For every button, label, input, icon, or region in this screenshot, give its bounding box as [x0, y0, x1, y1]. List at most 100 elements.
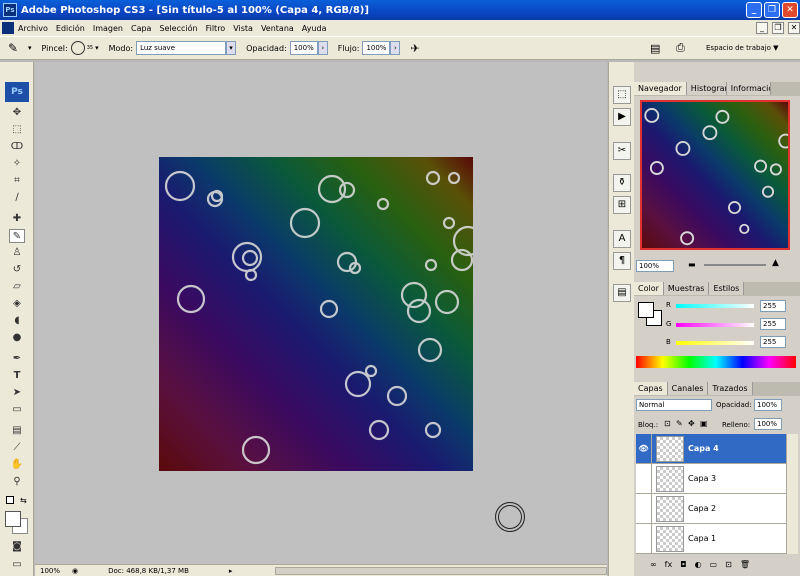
- shape-tool-icon[interactable]: ▭: [9, 403, 25, 417]
- menu-seleccion[interactable]: Selección: [159, 24, 197, 33]
- zoom-in-icon[interactable]: ▲: [772, 258, 779, 268]
- layer-row[interactable]: 👁 Capa 4: [636, 434, 786, 464]
- swap-colors-icon[interactable]: ⇆: [20, 496, 27, 505]
- delete-layer-icon[interactable]: 🗑: [740, 560, 750, 569]
- menu-edicion[interactable]: Edición: [56, 24, 85, 33]
- tool-presets-icon[interactable]: ▶: [613, 108, 631, 126]
- color-fg-swatch[interactable]: [638, 302, 654, 318]
- eyedropper-tool-icon[interactable]: ⟋: [9, 441, 25, 455]
- navigator-zoom-field[interactable]: 100%: [636, 260, 674, 272]
- status-arrow-icon[interactable]: ▸: [229, 567, 233, 575]
- pen-tool-icon[interactable]: ✒: [9, 352, 25, 366]
- doc-minimize-button[interactable]: _: [756, 22, 768, 34]
- menu-archivo[interactable]: Archivo: [18, 24, 48, 33]
- channel-g-slider[interactable]: [676, 323, 754, 327]
- bridge-icon[interactable]: ⎙: [676, 41, 685, 55]
- navigator-zoom-slider[interactable]: [704, 264, 766, 266]
- type-tool-icon[interactable]: T: [9, 369, 25, 383]
- blur-tool-icon[interactable]: ◖: [9, 314, 25, 328]
- workspace-menu[interactable]: Espacio de trabajo ▼: [706, 44, 779, 52]
- slice-tool-icon[interactable]: ∕: [9, 191, 25, 205]
- zoom-out-icon[interactable]: ▬: [688, 260, 696, 269]
- menu-vista[interactable]: Vista: [233, 24, 253, 33]
- channel-g-value[interactable]: 255: [760, 318, 786, 330]
- tab-estilos[interactable]: Estilos: [709, 282, 745, 295]
- channel-b-slider[interactable]: [676, 341, 754, 345]
- canvas-area[interactable]: [35, 62, 607, 564]
- default-colors-icon[interactable]: [6, 496, 14, 504]
- layer-style-icon[interactable]: fx: [665, 560, 673, 569]
- new-group-icon[interactable]: ▭: [710, 560, 718, 569]
- layer-visibility-toggle[interactable]: [636, 463, 652, 494]
- eraser-tool-icon[interactable]: ▱: [9, 280, 25, 294]
- airbrush-icon[interactable]: ✈: [410, 42, 419, 55]
- tab-trazados[interactable]: Trazados: [708, 382, 753, 395]
- layer-row[interactable]: Capa 1: [636, 523, 786, 554]
- color-spectrum-ramp[interactable]: [636, 356, 796, 368]
- magic-wand-tool-icon[interactable]: ✧: [9, 157, 25, 171]
- tab-muestras[interactable]: Muestras: [663, 282, 710, 295]
- new-layer-icon[interactable]: ⊡: [725, 560, 732, 569]
- screen-mode-icon[interactable]: ▭: [9, 558, 25, 572]
- layer-visibility-toggle[interactable]: [636, 523, 652, 554]
- brush-tool-icon[interactable]: ✎: [8, 41, 28, 55]
- tool-preset-arrow-icon[interactable]: ▾: [28, 44, 32, 52]
- blend-mode-select[interactable]: Normal: [636, 399, 712, 411]
- zoom-level[interactable]: 100%: [40, 567, 72, 575]
- layer-row[interactable]: Capa 3: [636, 463, 786, 494]
- status-menu-icon[interactable]: ◉: [72, 567, 78, 575]
- document-canvas[interactable]: [159, 157, 473, 471]
- healing-brush-tool-icon[interactable]: ✚: [9, 212, 25, 226]
- clone-source-icon[interactable]: ⊞: [613, 196, 631, 214]
- lock-transparency-icon[interactable]: ⊡: [664, 419, 671, 428]
- canvas-image[interactable]: [159, 157, 473, 471]
- flow-slider-button[interactable]: ›: [390, 41, 401, 55]
- hand-tool-icon[interactable]: ✋: [9, 458, 25, 472]
- marquee-tool-icon[interactable]: ⬚: [9, 123, 25, 137]
- brush-tool-selected-icon[interactable]: ✎: [9, 229, 25, 243]
- channel-r-value[interactable]: 255: [760, 300, 786, 312]
- channel-b-value[interactable]: 255: [760, 336, 786, 348]
- tab-navegador[interactable]: Navegador: [634, 82, 687, 95]
- flow-field[interactable]: 100%: [362, 41, 391, 55]
- tab-canales[interactable]: Canales: [667, 382, 709, 395]
- move-tool-icon[interactable]: ✥: [9, 106, 25, 120]
- brushes-panel-icon[interactable]: ⬚: [613, 86, 631, 104]
- fill-field[interactable]: 100%: [754, 418, 782, 430]
- crop-tool-icon[interactable]: ⌗: [9, 174, 25, 188]
- horizontal-scrollbar[interactable]: [275, 566, 607, 575]
- mode-dropdown-icon[interactable]: ▾: [226, 41, 237, 55]
- layer-row[interactable]: Capa 2: [636, 493, 786, 524]
- menu-filtro[interactable]: Filtro: [206, 24, 226, 33]
- menu-ayuda[interactable]: Ayuda: [302, 24, 327, 33]
- path-selection-tool-icon[interactable]: ➤: [9, 386, 25, 400]
- zoom-tool-icon[interactable]: ⚲: [9, 475, 25, 489]
- paragraph-panel-icon[interactable]: ¶: [613, 252, 631, 270]
- lock-pixels-icon[interactable]: ✎: [676, 419, 683, 428]
- opacity-slider-button[interactable]: ›: [317, 41, 328, 55]
- ps-logo[interactable]: Ps: [5, 82, 29, 102]
- actions-panel-icon[interactable]: ✂: [613, 142, 631, 160]
- layers-opacity-field[interactable]: 100%: [754, 399, 782, 411]
- lock-position-icon[interactable]: ✥: [688, 419, 695, 428]
- tab-informacion[interactable]: Información: [726, 82, 771, 95]
- menu-ventana[interactable]: Ventana: [261, 24, 294, 33]
- layer-visibility-eye-icon[interactable]: 👁: [636, 434, 652, 464]
- layer-visibility-toggle[interactable]: [636, 493, 652, 524]
- dodge-tool-icon[interactable]: ●: [9, 331, 25, 345]
- character-panel-icon[interactable]: A: [613, 230, 631, 248]
- foreground-color-swatch[interactable]: [5, 511, 21, 527]
- palette-well-icon[interactable]: ▤: [650, 42, 660, 55]
- clone-stamp-tool-icon[interactable]: ♙: [9, 246, 25, 260]
- layers-scrollbar[interactable]: [786, 434, 798, 554]
- layer-mask-icon[interactable]: ◘: [680, 560, 686, 569]
- notes-tool-icon[interactable]: ▤: [9, 424, 25, 438]
- channel-r-slider[interactable]: [676, 304, 754, 308]
- maximize-button[interactable]: ❐: [764, 2, 780, 18]
- brush-preview-icon[interactable]: [70, 41, 85, 55]
- navigator-preview[interactable]: [640, 100, 790, 250]
- lock-all-icon[interactable]: ▣: [700, 419, 708, 428]
- ps-menu-icon[interactable]: [2, 22, 14, 34]
- tab-histograma[interactable]: Histograma: [686, 82, 727, 95]
- link-layers-icon[interactable]: ∞: [650, 560, 657, 569]
